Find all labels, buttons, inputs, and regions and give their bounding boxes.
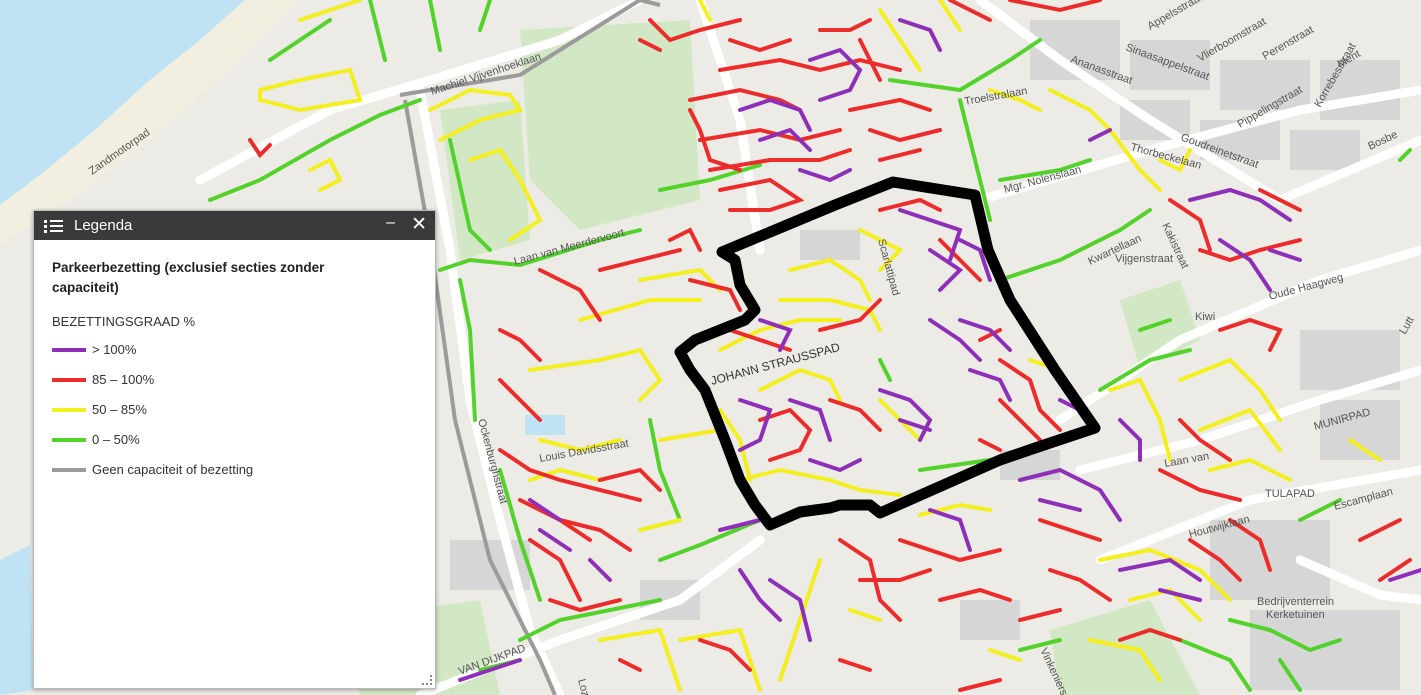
resize-handle[interactable] [422, 675, 432, 685]
legend-swatch [52, 407, 86, 412]
legend-header: Legenda – ✕ [34, 211, 435, 240]
legend-title: Legenda [74, 217, 133, 234]
close-button[interactable]: ✕ [411, 213, 427, 236]
legend-item-50-85: 50 – 85% [52, 400, 417, 419]
legend-item-label: Geen capaciteit of bezetting [92, 462, 254, 477]
legend-item-over-100: > 100% [52, 340, 417, 359]
label-tulapad: TULAPAD [1265, 488, 1315, 500]
legend-swatch [52, 437, 86, 442]
legend-item-label: 50 – 85% [92, 402, 147, 417]
legend-item-85-100: 85 – 100% [52, 370, 417, 389]
legend-swatch [52, 467, 86, 472]
pond-2 [525, 415, 565, 435]
legend-subheading: BEZETTINGSGRAAD % [52, 314, 196, 329]
label-kiwistraat: Kiwi [1195, 311, 1215, 323]
legend-body: Parkeerbezetting (exclusief secties zond… [34, 240, 435, 479]
label-kerketuinen: Kerketuinen [1266, 609, 1325, 621]
water-lower-left [0, 545, 33, 695]
legend-item-no-capacity: Geen capaciteit of bezetting [52, 460, 417, 479]
legend-heading: Parkeerbezetting (exclusief secties zond… [52, 260, 325, 295]
legend-swatch [52, 347, 86, 352]
label-bedrijventerrein: Bedrijventerrein [1257, 596, 1334, 608]
label-vijgenstraat: Vijgenstraat [1115, 253, 1173, 265]
legend-item-label: 85 – 100% [92, 372, 155, 387]
legend-panel: Legenda – ✕ Parkeerbezetting (exclusief … [33, 210, 436, 689]
list-icon [44, 218, 64, 234]
legend-swatch [52, 377, 86, 382]
minimize-button[interactable]: – [386, 214, 395, 232]
legend-item-0-50: 0 – 50% [52, 430, 417, 449]
legend-item-label: > 100% [92, 342, 137, 357]
legend-item-label: 0 – 50% [92, 432, 140, 447]
